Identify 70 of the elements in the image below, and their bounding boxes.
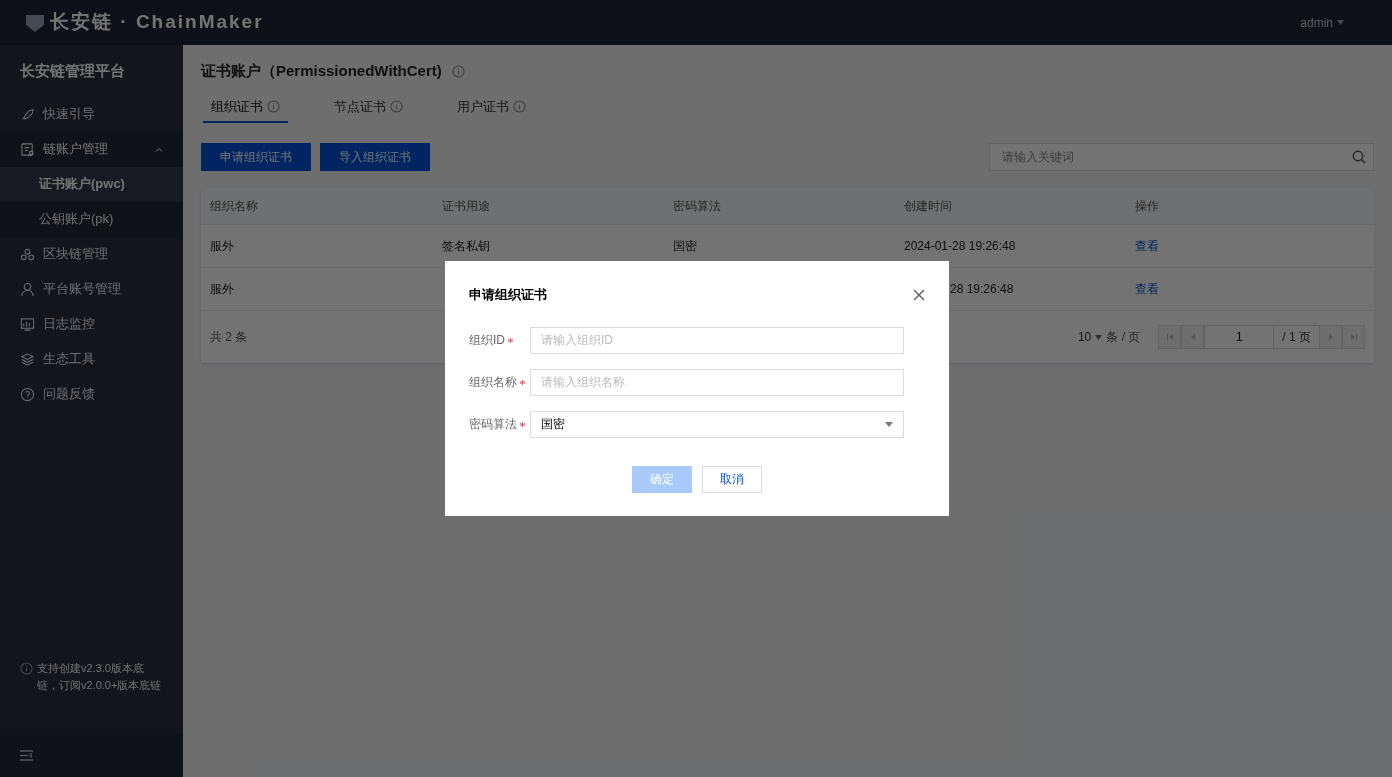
layers-icon — [20, 351, 35, 367]
tab[interactable]: 组织证书 — [203, 96, 288, 123]
caret-icon — [1095, 334, 1103, 340]
column-header: 密码算法 — [672, 198, 722, 214]
field-label: 密码算法 — [469, 416, 517, 432]
sidebar-item[interactable]: 快速引导 — [0, 96, 183, 132]
page-size-select[interactable]: 10 — [1077, 329, 1103, 345]
input-field[interactable]: 请输入组织名称 — [530, 368, 904, 396]
page-input[interactable]: 1 — [1204, 325, 1275, 349]
user-menu[interactable]: admin — [1300, 14, 1344, 31]
table-cell: 28 19:26:48 — [950, 281, 1014, 297]
primary-button[interactable]: 申请组织证书 — [201, 143, 311, 171]
last-page-button[interactable] — [1342, 325, 1365, 349]
caret-icon — [885, 421, 893, 427]
primary-button[interactable]: 导入组织证书 — [320, 143, 430, 171]
shield-logo-icon — [24, 12, 46, 33]
caret-icon — [1337, 20, 1344, 25]
next-page-button[interactable] — [1319, 325, 1342, 349]
sidebar-title: 长安链管理平台 — [19, 61, 126, 81]
account-card-icon — [20, 141, 35, 157]
search-icon — [1352, 150, 1366, 164]
menu-icon[interactable] — [20, 750, 33, 761]
monitor-icon — [20, 316, 35, 332]
sidebar-item[interactable]: 链账户管理 — [0, 131, 183, 167]
input-field[interactable]: 请输入组织ID — [530, 326, 904, 354]
info-icon — [267, 99, 280, 113]
column-header: 组织名称 — [209, 198, 259, 214]
tab[interactable]: 用户证书 — [449, 96, 534, 123]
sidebar-item[interactable]: 问题反馈 — [0, 376, 183, 412]
page-title: 证书账户（PermissionedWithCert) — [201, 61, 442, 81]
info-icon — [451, 64, 465, 78]
chevron-up-icon — [155, 146, 163, 152]
sidebar-item[interactable]: 平台账号管理 — [0, 271, 183, 307]
dialog-title: 申请组织证书 — [469, 286, 547, 304]
first-page-button[interactable] — [1158, 325, 1182, 349]
sidebar-subitem[interactable]: 公钥账户(pk) — [0, 201, 183, 237]
cancel-button[interactable]: 取消 — [702, 465, 762, 493]
info-icon — [390, 99, 403, 113]
nodes-icon — [20, 246, 35, 262]
sidebar-item[interactable]: 生态工具 — [0, 341, 183, 377]
sidebar-subitem[interactable]: 证书账户(pwc) — [0, 166, 183, 202]
sidebar-item[interactable]: 日志监控 — [0, 306, 183, 342]
version-notice: 支持创建v2.3.0版本底链，订阅v2.0.0+版本底链 — [37, 661, 163, 693]
next-icon — [1326, 333, 1335, 341]
user-icon — [20, 281, 35, 297]
table-cell-text: 国密 — [672, 238, 698, 254]
table-cell-text: 签名私钥 — [441, 238, 491, 254]
logo-text: 长安链 · ChainMaker — [50, 10, 264, 35]
previous-page-button[interactable] — [1181, 325, 1205, 349]
column-header: 证书用途 — [441, 198, 491, 214]
field-label: 组织名称 — [469, 374, 517, 390]
total-count: 共 2 条 — [210, 329, 248, 345]
page-size-label: 条 / 页 — [1106, 329, 1141, 345]
table-cell-text: 服外 — [209, 281, 235, 297]
first-page-icon — [1165, 333, 1174, 341]
column-header: 操作 — [1134, 198, 1160, 214]
help-icon — [20, 386, 35, 402]
table-cell-text: 服外 — [209, 238, 235, 254]
table-cell-text: 2024-01-28 19:26:48 — [903, 238, 1017, 254]
close-icon[interactable] — [913, 288, 925, 301]
info-icon — [20, 662, 33, 675]
info-icon — [513, 99, 526, 113]
field-label: 组织ID — [469, 332, 505, 348]
column-header: 创建时间 — [903, 198, 953, 214]
view-link[interactable]: 查看 — [1126, 238, 1168, 254]
tab[interactable]: 节点证书 — [326, 96, 411, 123]
last-page-icon — [1349, 333, 1358, 341]
select-field[interactable]: 国密 — [530, 410, 904, 438]
view-link[interactable]: 查看 — [1126, 281, 1168, 297]
rocket-icon — [20, 106, 35, 122]
